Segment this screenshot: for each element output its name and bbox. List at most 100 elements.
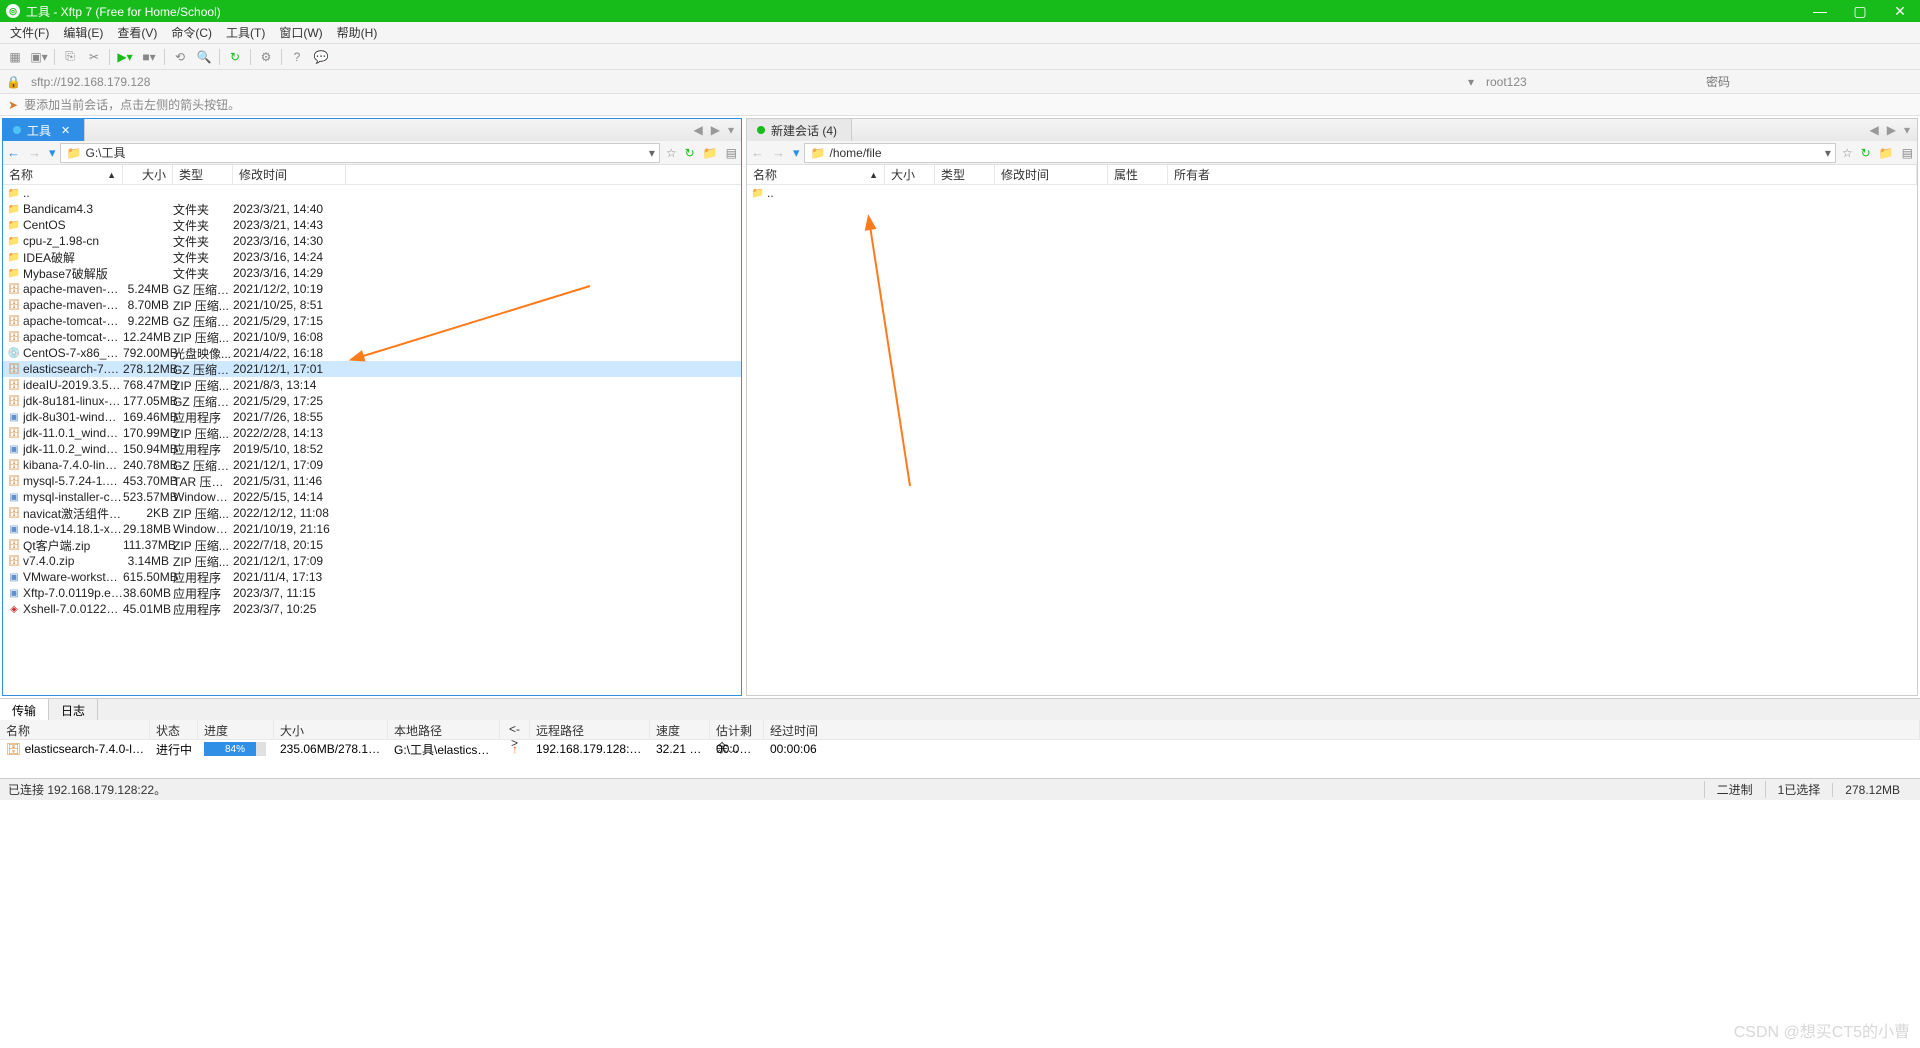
col-name[interactable]: 名称 ▲ — [747, 165, 885, 184]
new-folder-icon[interactable]: 📁 — [1875, 146, 1898, 160]
path-dropdown-icon[interactable]: ▾ — [645, 146, 659, 160]
view-icon[interactable]: ▤ — [1898, 146, 1917, 160]
help-icon[interactable]: ? — [288, 48, 306, 66]
remote-path-input[interactable]: 📁 /home/file ▾ — [804, 143, 1836, 163]
connect-icon[interactable]: ⎘ — [61, 48, 79, 66]
close-button[interactable]: ✕ — [1880, 0, 1920, 22]
list-item[interactable]: ▣node-v14.18.1-x64...29.18MBWindows ...2… — [3, 521, 741, 537]
remote-tab[interactable]: 新建会话 (4) — [747, 119, 852, 141]
play-icon[interactable]: ▶▾ — [116, 48, 134, 66]
col-owner[interactable]: 所有者 — [1168, 165, 1917, 184]
col-date[interactable]: 修改时间 — [233, 165, 346, 184]
xcol-progress[interactable]: 进度 — [198, 720, 274, 739]
list-item[interactable]: ◈Xshell-7.0.0122p.exe45.01MB应用程序2023/3/7… — [3, 601, 741, 617]
link-icon[interactable]: ⟲ — [171, 48, 189, 66]
refresh-remote-icon[interactable]: ↻ — [1857, 146, 1875, 160]
menu-view[interactable]: 查看(V) — [117, 24, 157, 41]
back-icon[interactable]: ← — [3, 145, 24, 160]
menu-tool[interactable]: 工具(T) — [226, 24, 265, 41]
list-item[interactable]: 🗄Qt客户端.zip111.37MBZIP 压缩...2022/7/18, 20… — [3, 537, 741, 553]
list-item[interactable]: 🗄apache-maven-3.1...5.24MBGZ 压缩文...2021/… — [3, 281, 741, 297]
forward-icon[interactable]: → — [24, 145, 45, 160]
list-item[interactable]: 📁IDEA破解文件夹2023/3/16, 14:24 — [3, 249, 741, 265]
list-item[interactable]: 📁Mybase7破解版文件夹2023/3/16, 14:29 — [3, 265, 741, 281]
tab-list-icon[interactable]: ▾ — [1901, 123, 1913, 137]
menu-window[interactable]: 窗口(W) — [279, 24, 322, 41]
list-item[interactable]: 🗄apache-tomcat-9.0...12.24MBZIP 压缩...202… — [3, 329, 741, 345]
tab-list-icon[interactable]: ▾ — [725, 123, 737, 137]
list-item[interactable]: 🗄v7.4.0.zip3.14MBZIP 压缩...2021/12/1, 17:… — [3, 553, 741, 569]
url-dropdown-icon[interactable]: ▾ — [1462, 75, 1480, 89]
tab-transfer[interactable]: 传输 — [0, 699, 49, 720]
col-size[interactable]: 大小 — [885, 165, 935, 184]
refresh-local-icon[interactable]: ↻ — [681, 146, 699, 160]
list-item[interactable]: 🗄jdk-8u181-linux-x64...177.05MBGZ 压缩文...… — [3, 393, 741, 409]
list-item[interactable]: 📁.. — [3, 185, 741, 201]
up-icon[interactable]: ▾ — [45, 145, 60, 161]
remote-list-body[interactable]: 📁.. — [747, 185, 1917, 695]
list-item[interactable]: ▣VMware-workstatio...615.50MB应用程序2021/11… — [3, 569, 741, 585]
up-icon[interactable]: ▾ — [789, 145, 804, 161]
list-item[interactable]: ▣jdk-8u301-windows...169.46MB应用程序2021/7/… — [3, 409, 741, 425]
refresh-icon[interactable]: ↻ — [226, 48, 244, 66]
tab-prev-icon[interactable]: ◀ — [1867, 123, 1882, 137]
minimize-button[interactable]: — — [1800, 0, 1840, 22]
local-list-body[interactable]: 📁..📁Bandicam4.3文件夹2023/3/21, 14:40📁CentO… — [3, 185, 741, 695]
list-item[interactable]: 📁.. — [747, 185, 1917, 201]
view-icon[interactable]: ▤ — [722, 146, 741, 160]
xcol-remaining[interactable]: 估计剩余... — [710, 720, 764, 739]
tab-close-icon[interactable]: ✕ — [61, 124, 70, 137]
star-icon[interactable]: ☆ — [1838, 146, 1857, 160]
list-item[interactable]: 🗄apache-maven-3.8...8.70MBZIP 压缩...2021/… — [3, 297, 741, 313]
local-tab[interactable]: 工具 ✕ — [3, 119, 85, 141]
tab-log[interactable]: 日志 — [49, 699, 98, 720]
url-input[interactable] — [27, 73, 1462, 91]
new-folder-icon[interactable]: 📁 — [699, 146, 722, 160]
tab-next-icon[interactable]: ▶ — [1884, 123, 1899, 137]
list-item[interactable]: ▣mysql-installer-com...523.57MBWindows .… — [3, 489, 741, 505]
list-item[interactable]: 🗄jdk-11.0.1_windows...170.99MBZIP 压缩...2… — [3, 425, 741, 441]
col-type[interactable]: 类型 — [173, 165, 233, 184]
list-item[interactable]: 📁cpu-z_1.98-cn文件夹2023/3/16, 14:30 — [3, 233, 741, 249]
cut-icon[interactable]: ✂ — [85, 48, 103, 66]
new-session-icon[interactable]: ▦ — [6, 48, 24, 66]
maximize-button[interactable]: ▢ — [1840, 0, 1880, 22]
list-item[interactable]: 🗄mysql-5.7.24-1.el6.x...453.70MBTAR 压缩..… — [3, 473, 741, 489]
tab-next-icon[interactable]: ▶ — [708, 123, 723, 137]
search-icon[interactable]: 🔍 — [195, 48, 213, 66]
transfer-row[interactable]: 🗄 elasticsearch-7.4.0-linux-x... 进行中 84%… — [0, 740, 1920, 758]
xcol-speed[interactable]: 速度 — [650, 720, 710, 739]
menu-edit[interactable]: 编辑(E) — [63, 24, 103, 41]
forward-icon[interactable]: → — [768, 145, 789, 160]
list-item[interactable]: 💿CentOS-7-x86_64-...792.00MB光盘映像...2021/… — [3, 345, 741, 361]
back-icon[interactable]: ← — [747, 145, 768, 160]
menu-command[interactable]: 命令(C) — [171, 24, 212, 41]
chat-icon[interactable]: 💬 — [312, 48, 330, 66]
col-attr[interactable]: 属性 — [1108, 165, 1168, 184]
star-icon[interactable]: ☆ — [662, 146, 681, 160]
xcol-status[interactable]: 状态 — [150, 720, 198, 739]
xcol-dir[interactable]: <-> — [500, 720, 530, 739]
stop-icon[interactable]: ■▾ — [140, 48, 158, 66]
open-icon[interactable]: ▣▾ — [30, 48, 48, 66]
settings-icon[interactable]: ⚙ — [257, 48, 275, 66]
xcol-local[interactable]: 本地路径 — [388, 720, 500, 739]
list-item[interactable]: 🗄elasticsearch-7.4.0-l...278.12MBGZ 压缩文.… — [3, 361, 741, 377]
list-item[interactable]: 🗄kibana-7.4.0-linux-x...240.78MBGZ 压缩文..… — [3, 457, 741, 473]
col-type[interactable]: 类型 — [935, 165, 995, 184]
username-input[interactable] — [1480, 73, 1700, 91]
list-item[interactable]: 🗄navicat激活组件.zip2KBZIP 压缩...2022/12/12, … — [3, 505, 741, 521]
xcol-size[interactable]: 大小 — [274, 720, 388, 739]
xcol-elapsed[interactable]: 经过时间 — [764, 720, 1920, 739]
col-size[interactable]: 大小 — [123, 165, 173, 184]
col-name[interactable]: 名称 ▲ — [3, 165, 123, 184]
list-item[interactable]: 🗄ideaIU-2019.3.5.win...768.47MBZIP 压缩...… — [3, 377, 741, 393]
list-item[interactable]: 🗄apache-tomcat-8.5...9.22MBGZ 压缩文...2021… — [3, 313, 741, 329]
xcol-remote[interactable]: 远程路径 — [530, 720, 650, 739]
path-dropdown-icon[interactable]: ▾ — [1821, 146, 1835, 160]
password-input[interactable] — [1700, 73, 1920, 91]
local-path-input[interactable]: 📁 G:\工具 ▾ — [60, 143, 660, 163]
list-item[interactable]: 📁CentOS文件夹2023/3/21, 14:43 — [3, 217, 741, 233]
list-item[interactable]: ▣Xftp-7.0.0119p.exe38.60MB应用程序2023/3/7, … — [3, 585, 741, 601]
list-item[interactable]: 📁Bandicam4.3文件夹2023/3/21, 14:40 — [3, 201, 741, 217]
